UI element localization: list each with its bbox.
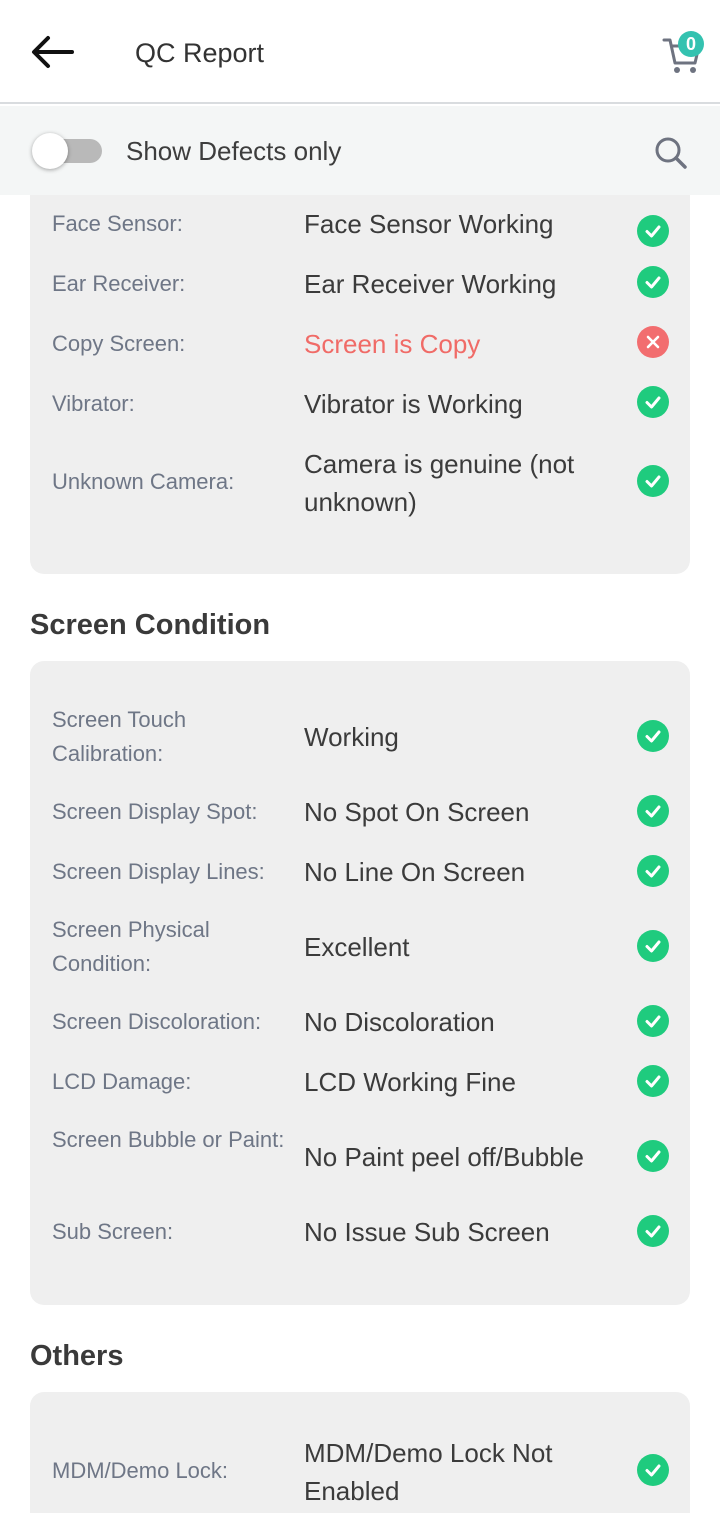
check-ok-icon [637, 465, 669, 497]
check-row-discoloration: Screen Discoloration: No Discoloration [30, 1003, 690, 1041]
page-title: QC Report [135, 38, 265, 68]
check-value: No Spot On Screen [304, 797, 530, 827]
check-row-lcd-damage: LCD Damage: LCD Working Fine [30, 1063, 690, 1101]
show-defects-toggle[interactable] [32, 133, 102, 169]
check-row-display-lines: Screen Display Lines: No Line On Screen [30, 853, 690, 891]
check-value: Ear Receiver Working [304, 269, 557, 299]
section-title-screen-condition: Screen Condition [30, 609, 271, 641]
screen-condition-card: Screen Touch Calibration: Working Screen… [30, 661, 690, 1305]
check-ok-icon [637, 930, 669, 962]
check-row-face-sensor: Face Sensor: Face Sensor Working [30, 205, 690, 247]
check-label: Ear Receiver: [52, 271, 186, 296]
check-value: Vibrator is Working [304, 389, 523, 419]
check-row-ear-receiver: Ear Receiver: Ear Receiver Working [30, 265, 690, 303]
check-ok-icon [637, 1454, 669, 1486]
check-value: No Line On Screen [304, 857, 526, 887]
check-ok-icon [637, 266, 669, 298]
check-label: Screen Display Spot: [52, 799, 258, 824]
check-row-screen-touch: Screen Touch Calibration: Working [30, 703, 690, 771]
check-value: Face Sensor Working [304, 209, 554, 239]
check-row-display-spot: Screen Display Spot: No Spot On Screen [30, 793, 690, 831]
check-label: Vibrator: [52, 391, 135, 416]
check-ok-icon [637, 1140, 669, 1172]
check-label: Screen Display Lines: [52, 859, 265, 884]
check-label: Screen Bubble or Paint: [52, 1127, 285, 1152]
check-value: Camera is genuine (not unknown) [304, 449, 575, 517]
check-ok-icon [637, 1215, 669, 1247]
check-row-copy-screen: Copy Screen: Screen is Copy [30, 325, 690, 363]
check-label: Face Sensor: [52, 211, 183, 236]
toggle-knob [32, 133, 68, 169]
check-label: Screen Touch Calibration: [52, 707, 187, 766]
check-value: LCD Working Fine [304, 1067, 516, 1097]
check-ok-icon [637, 855, 669, 887]
check-label: Screen Discoloration: [52, 1009, 262, 1034]
check-value: No Discoloration [304, 1007, 495, 1037]
check-label: Screen Physical Condition: [52, 917, 210, 976]
check-label: MDM/Demo Lock: [52, 1458, 229, 1483]
filter-bar: Show Defects only [0, 106, 720, 195]
section-title-others: Others [30, 1340, 124, 1372]
check-row-unknown-camera: Unknown Camera: Camera is genuine (not u… [30, 445, 690, 521]
check-row-vibrator: Vibrator: Vibrator is Working [30, 385, 690, 423]
check-value: No Issue Sub Screen [304, 1217, 550, 1247]
check-row-bubble-paint: Screen Bubble or Paint: No Paint peel of… [30, 1123, 690, 1191]
check-ok-icon [637, 386, 669, 418]
check-ok-icon [637, 1005, 669, 1037]
check-row-mdm-demo-lock: MDM/Demo Lock: MDM/Demo Lock Not Enabled [30, 1434, 690, 1510]
check-label: Unknown Camera: [52, 469, 235, 494]
check-label: Copy Screen: [52, 331, 186, 356]
check-ok-icon [637, 720, 669, 752]
check-value: No Paint peel off/Bubble [304, 1142, 584, 1172]
check-row-physical-condition: Screen Physical Condition: Excellent [30, 913, 690, 981]
check-label: LCD Damage: [52, 1069, 192, 1094]
check-value: Excellent [304, 932, 410, 962]
search-button[interactable] [650, 132, 690, 172]
check-ok-icon [637, 215, 669, 247]
back-arrow-icon [32, 36, 74, 68]
check-value: Working [304, 722, 399, 752]
app-header: QC Report 0 [0, 0, 720, 104]
device-checks-card: Face Sensor: Face Sensor Working Ear Rec… [30, 195, 690, 574]
cart-button[interactable]: 0 [658, 28, 708, 78]
check-value: MDM/Demo Lock Not Enabled [304, 1438, 553, 1506]
others-card: MDM/Demo Lock: MDM/Demo Lock Not Enabled [30, 1392, 690, 1513]
defect-x-icon [637, 326, 669, 358]
back-button[interactable] [28, 30, 76, 74]
check-label: Sub Screen: [52, 1219, 174, 1244]
check-row-sub-screen: Sub Screen: No Issue Sub Screen [30, 1213, 690, 1251]
cart-count-badge: 0 [678, 31, 704, 57]
check-ok-icon [637, 1065, 669, 1097]
check-value-defect: Screen is Copy [304, 329, 481, 359]
show-defects-label: Show Defects only [126, 136, 342, 166]
check-ok-icon [637, 795, 669, 827]
search-icon [655, 137, 687, 169]
